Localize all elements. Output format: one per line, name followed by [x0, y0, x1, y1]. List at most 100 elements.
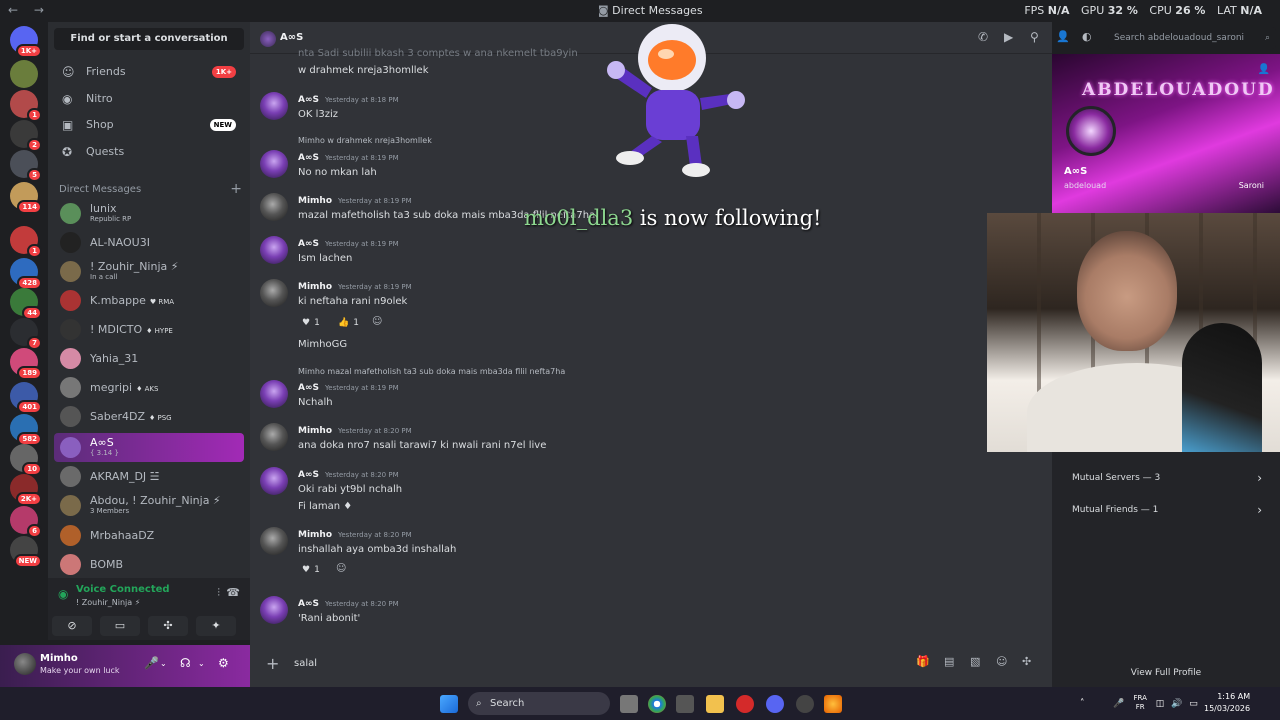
mic-icon[interactable]: 🎤: [144, 656, 159, 670]
message-author[interactable]: A∞S Yesterday at 8:19 PM: [298, 153, 399, 163]
user-avatar[interactable]: [14, 653, 36, 675]
settings-icon[interactable]: ⚙: [218, 656, 229, 670]
profile-avatar[interactable]: [1066, 106, 1116, 156]
server-icon[interactable]: 5: [10, 150, 42, 182]
reply-preview[interactable]: Mimho w drahmek nreja3homllek: [298, 136, 432, 145]
obs-icon[interactable]: [796, 695, 814, 713]
dm-item[interactable]: lunix Republic RP: [54, 199, 244, 228]
pin-icon[interactable]: ⚲: [1030, 30, 1039, 44]
message-avatar[interactable]: [260, 92, 288, 120]
server-icon[interactable]: 1: [10, 226, 42, 258]
server-icon[interactable]: 2K+: [10, 474, 42, 506]
snipping-icon[interactable]: [676, 695, 694, 713]
mic-options-icon[interactable]: ⌄: [160, 659, 167, 668]
windows-start-icon[interactable]: [440, 695, 458, 713]
server-icon[interactable]: 1K+: [10, 26, 42, 58]
discord-taskbar-icon[interactable]: [766, 695, 784, 713]
dm-item[interactable]: ! MDICTO ♦ HYPE: [54, 315, 244, 344]
file-explorer-icon[interactable]: [706, 695, 724, 713]
message-author[interactable]: A∞S Yesterday at 8:19 PM: [298, 239, 399, 249]
taskbar-search[interactable]: ⌕ Search: [468, 692, 610, 715]
screen-share-button[interactable]: ▭: [100, 616, 140, 636]
dm-item[interactable]: K.mbappe ♥ RMA: [54, 286, 244, 315]
server-icon[interactable]: 582: [10, 414, 42, 446]
message-avatar[interactable]: [260, 596, 288, 624]
dm-item[interactable]: MrbahaaDZ: [54, 521, 244, 550]
headphone-options-icon[interactable]: ⌄: [198, 659, 205, 668]
nav-quests[interactable]: ✪ Quests: [54, 139, 244, 165]
message-avatar[interactable]: [260, 467, 288, 495]
message-avatar[interactable]: [260, 380, 288, 408]
find-conversation-button[interactable]: Find or start a conversation: [54, 28, 244, 50]
opera-icon[interactable]: [736, 695, 754, 713]
battery-icon[interactable]: ▭: [1189, 699, 1198, 709]
activities-button[interactable]: ✣: [148, 616, 188, 636]
server-icon[interactable]: 1: [10, 90, 42, 122]
create-dm-icon[interactable]: +: [230, 181, 242, 197]
voice-channel[interactable]: ! Zouhir_Ninja ⚡: [76, 598, 140, 607]
message-author[interactable]: Mimho Yesterday at 8:19 PM: [298, 282, 412, 292]
message-input[interactable]: [294, 654, 894, 672]
add-reaction-icon[interactable]: ☺: [336, 563, 346, 574]
message-author[interactable]: A∞S Yesterday at 8:19 PM: [298, 383, 399, 393]
message-author[interactable]: Mimho Yesterday at 8:19 PM: [298, 196, 412, 206]
server-icon[interactable]: [10, 60, 38, 88]
dm-item[interactable]: A∞S{ 3.14 }: [54, 433, 244, 462]
dm-item[interactable]: megripi ♦ AKS: [54, 373, 244, 402]
video-call-icon[interactable]: ▶: [1004, 30, 1013, 44]
reaction-button[interactable]: 👍 1: [334, 314, 363, 332]
nav-shop[interactable]: ▣ Shop NEW: [54, 112, 244, 138]
volume-icon[interactable]: 🔊: [1171, 699, 1182, 709]
tray-mic-icon[interactable]: 🎤: [1113, 699, 1124, 709]
server-icon[interactable]: 114: [10, 182, 42, 214]
server-icon[interactable]: 2: [10, 120, 42, 152]
disconnect-icon[interactable]: ☎: [226, 586, 240, 599]
server-icon[interactable]: 44: [10, 288, 42, 320]
soundboard-button[interactable]: ✦: [196, 616, 236, 636]
message-avatar[interactable]: [260, 423, 288, 451]
dm-item[interactable]: Yahia_31: [54, 344, 244, 373]
server-icon[interactable]: 6: [10, 506, 42, 538]
server-icon[interactable]: 7: [10, 318, 42, 350]
view-full-profile-link[interactable]: View Full Profile: [1052, 668, 1280, 678]
message-author[interactable]: A∞S Yesterday at 8:20 PM: [298, 470, 399, 480]
tray-language[interactable]: FRA FR: [1133, 694, 1146, 712]
attach-plus-icon[interactable]: +: [266, 654, 279, 673]
dm-item[interactable]: AL-NAOU3I: [54, 228, 244, 257]
headphones-icon[interactable]: ☊: [180, 656, 191, 670]
message-author[interactable]: A∞S Yesterday at 8:18 PM: [298, 95, 399, 105]
firefox-icon[interactable]: [824, 695, 842, 713]
message-author[interactable]: Mimho Yesterday at 8:20 PM: [298, 530, 412, 540]
reply-preview[interactable]: Mimho mazal mafetholish ta3 sub doka mai…: [298, 367, 565, 376]
nav-nitro[interactable]: ◉ Nitro: [54, 86, 244, 112]
dm-item[interactable]: BOMB: [54, 550, 244, 579]
nav-friends[interactable]: ☺ Friends 1K+: [54, 59, 244, 85]
server-icon[interactable]: 428: [10, 258, 42, 290]
camera-off-button[interactable]: ⊘: [52, 616, 92, 636]
task-view-icon[interactable]: [620, 695, 638, 713]
message-avatar[interactable]: [260, 279, 288, 307]
server-icon[interactable]: 10: [10, 444, 42, 476]
message-avatar[interactable]: [260, 236, 288, 264]
add-friend-small-icon[interactable]: 👤: [1258, 64, 1270, 75]
server-icon[interactable]: 401: [10, 382, 42, 414]
message-avatar[interactable]: [260, 193, 288, 221]
gift-icon[interactable]: 🎁: [916, 655, 930, 668]
message-avatar[interactable]: [260, 527, 288, 555]
search-bar[interactable]: Search abdelouadoud_saroni ⌕: [1108, 27, 1276, 49]
emoji-icon[interactable]: ☺: [996, 655, 1007, 668]
noise-suppression-icon[interactable]: ⫶: [217, 586, 220, 600]
server-icon[interactable]: NEW: [10, 536, 42, 568]
message-avatar[interactable]: [260, 150, 288, 178]
dm-item[interactable]: Abdou, ! Zouhir_Ninja ⚡ 3 Members: [54, 491, 244, 520]
wifi-icon[interactable]: ◫: [1156, 699, 1165, 709]
dm-item[interactable]: Saber4DZ ♦ PSG: [54, 402, 244, 431]
call-icon[interactable]: ✆: [978, 30, 988, 44]
dm-item[interactable]: AKRAM_DJ ☱: [54, 462, 244, 491]
reaction-button[interactable]: ♥ 1: [298, 561, 324, 579]
message-author[interactable]: A∞S Yesterday at 8:20 PM: [298, 599, 399, 609]
reaction-button[interactable]: ♥ 1: [298, 314, 324, 332]
nav-arrows[interactable]: ← →: [8, 3, 50, 17]
profile-toggle-icon[interactable]: ◐: [1082, 30, 1092, 43]
taskbar-clock[interactable]: 1:16 AM 15/03/2026: [1204, 691, 1250, 715]
